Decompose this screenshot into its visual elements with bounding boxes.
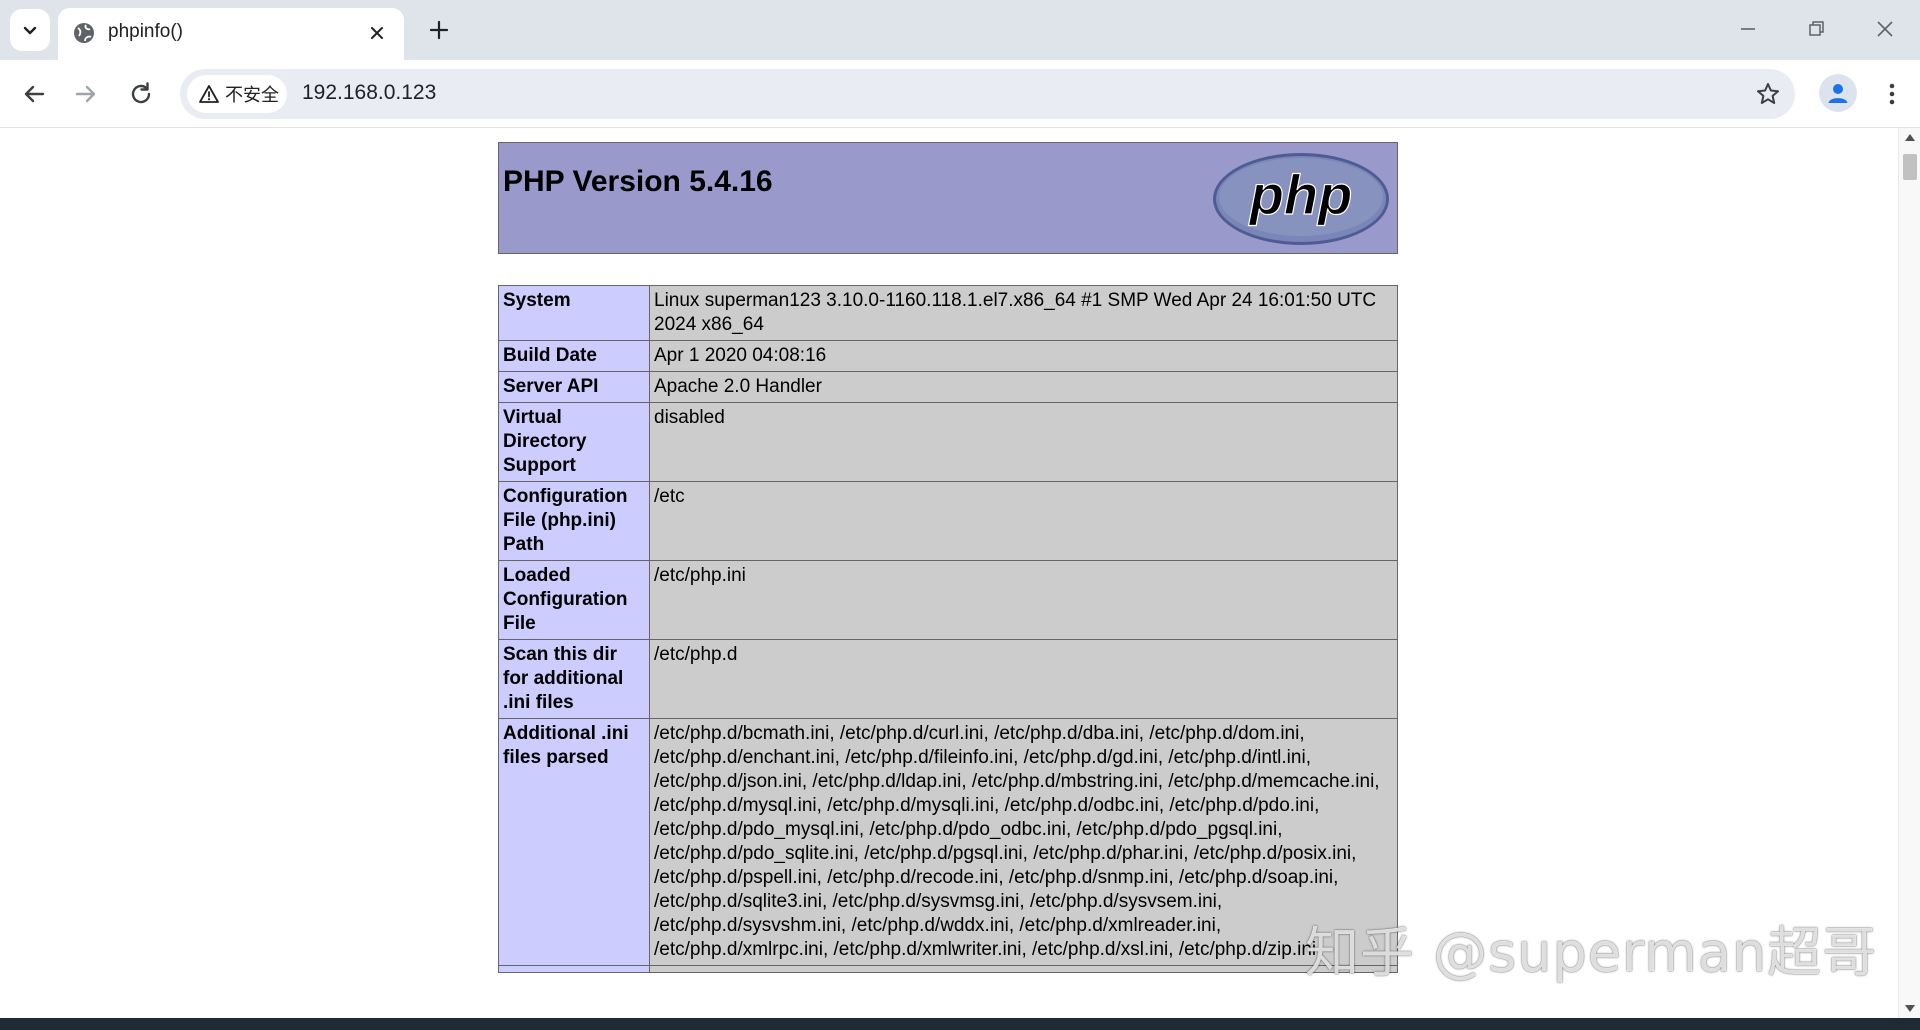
scroll-down-arrow-icon[interactable] — [1905, 1005, 1915, 1012]
watermark-text: 知乎 @superman超哥 — [1305, 921, 1878, 984]
address-bar[interactable]: 不安全 192.168.0.123 — [180, 69, 1795, 119]
table-row: Virtual Directory Support disabled — [498, 402, 1398, 482]
page-title: PHP Version 5.4.16 — [503, 165, 773, 198]
row-value: /etc — [649, 481, 1398, 561]
row-key: Build Date — [498, 340, 650, 372]
row-key — [498, 965, 650, 973]
row-key: System — [498, 285, 650, 341]
php-version-header: PHP Version 5.4.16 php — [498, 142, 1398, 254]
arrow-left-icon[interactable] — [18, 78, 50, 110]
table-row — [498, 965, 1398, 973]
row-key: Scan this dir for additional .ini files — [498, 639, 650, 719]
table-row: System Linux superman123 3.10.0-1160.118… — [498, 285, 1398, 341]
person-icon — [1828, 84, 1848, 103]
row-key: Server API — [498, 371, 650, 403]
tab-strip: phpinfo() — [0, 0, 1920, 60]
tab-search-button[interactable] — [10, 9, 50, 51]
row-value — [649, 965, 1398, 973]
table-row: Server API Apache 2.0 Handler — [498, 371, 1398, 403]
browser-toolbar: 不安全 192.168.0.123 — [0, 60, 1920, 128]
star-icon[interactable] — [1755, 81, 1781, 107]
security-label: 不安全 — [225, 85, 279, 106]
row-key: Additional .ini files parsed — [498, 718, 650, 966]
vertical-scrollbar[interactable] — [1898, 128, 1920, 1018]
warning-icon — [199, 85, 219, 103]
table-row: Loaded Configuration File /etc/php.ini — [498, 560, 1398, 640]
page-viewport: PHP Version 5.4.16 php System Linux supe… — [0, 128, 1920, 1018]
php-logo-text: php — [1248, 163, 1353, 226]
row-key: Loaded Configuration File — [498, 560, 650, 640]
table-row: Scan this dir for additional .ini files … — [498, 639, 1398, 719]
chevron-down-icon — [23, 26, 37, 35]
row-key: Virtual Directory Support — [498, 402, 650, 482]
more-vertical-icon[interactable] — [1876, 78, 1908, 110]
plus-icon[interactable] — [425, 16, 453, 44]
table-row: Additional .ini files parsed /etc/php.d/… — [498, 718, 1398, 966]
minimize-icon[interactable] — [1733, 14, 1763, 44]
reload-icon[interactable] — [125, 78, 157, 110]
arrow-right-icon[interactable] — [70, 78, 102, 110]
taskbar-strip — [0, 1018, 1920, 1030]
php-logo[interactable]: php — [1211, 151, 1391, 247]
php-info-table: System Linux superman123 3.10.0-1160.118… — [498, 285, 1398, 973]
scroll-up-arrow-icon[interactable] — [1905, 134, 1915, 141]
table-row: Configuration File (php.ini) Path /etc — [498, 481, 1398, 561]
tab-title: phpinfo() — [108, 21, 183, 42]
row-value: /etc/php.d/bcmath.ini, /etc/php.d/curl.i… — [649, 718, 1398, 966]
url-text[interactable]: 192.168.0.123 — [302, 81, 436, 105]
row-value: /etc/php.ini — [649, 560, 1398, 640]
profile-button[interactable] — [1819, 74, 1857, 112]
close-icon[interactable] — [366, 22, 388, 44]
close-window-icon[interactable] — [1870, 14, 1900, 44]
row-value: Apache 2.0 Handler — [649, 371, 1398, 403]
phpinfo-page: PHP Version 5.4.16 php System Linux supe… — [498, 142, 1398, 973]
globe-icon — [74, 23, 94, 43]
tab-phpinfo[interactable]: phpinfo() — [58, 8, 404, 60]
table-row: Build Date Apr 1 2020 04:08:16 — [498, 340, 1398, 372]
restore-icon[interactable] — [1801, 14, 1831, 44]
scroll-thumb[interactable] — [1903, 154, 1917, 180]
row-value: Apr 1 2020 04:08:16 — [649, 340, 1398, 372]
row-key: Configuration File (php.ini) Path — [498, 481, 650, 561]
row-value: /etc/php.d — [649, 639, 1398, 719]
security-chip[interactable]: 不安全 — [187, 75, 287, 113]
row-value: Linux superman123 3.10.0-1160.118.1.el7.… — [649, 285, 1398, 341]
row-value: disabled — [649, 402, 1398, 482]
